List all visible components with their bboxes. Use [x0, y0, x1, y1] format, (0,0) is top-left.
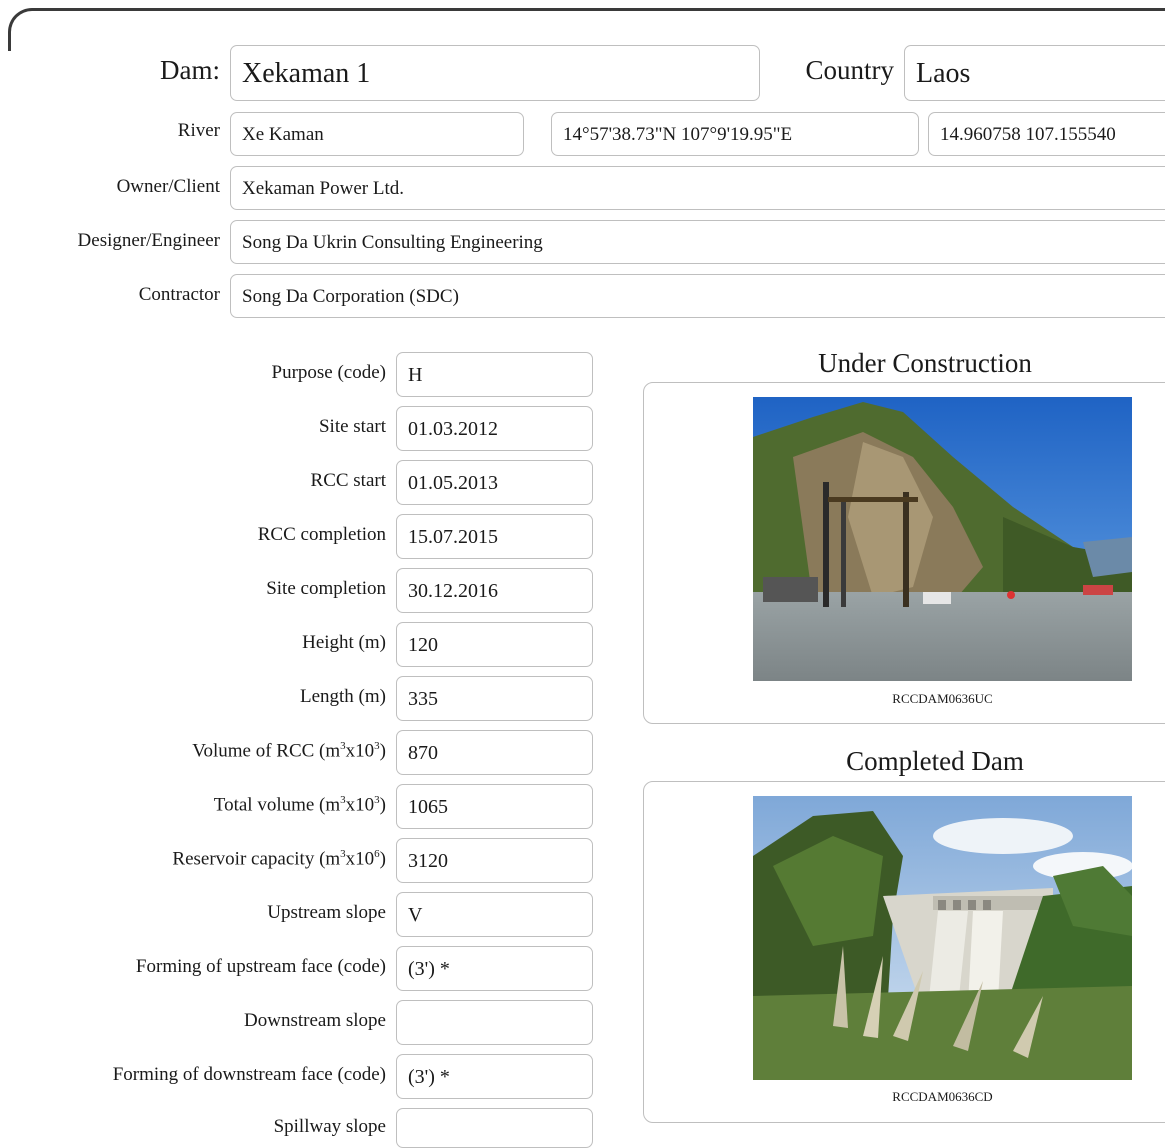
rcc-start-field[interactable]: 01.05.2013: [396, 460, 593, 505]
spillway-slope-label: Spillway slope: [273, 1116, 386, 1137]
completed-dam-caption: RCCDAM0636CD: [892, 1089, 993, 1104]
owner-field[interactable]: Xekaman Power Ltd.: [230, 166, 1165, 210]
forming-downstream-field[interactable]: (3') *: [396, 1054, 593, 1099]
completed-dam-photo: [753, 796, 1132, 1080]
volume-rcc-label: Volume of RCC (m3x103): [192, 740, 386, 762]
length-field[interactable]: 335: [396, 676, 593, 721]
total-volume-field[interactable]: 1065: [396, 784, 593, 829]
under-construction-title: Under Construction: [818, 348, 1032, 378]
country-field[interactable]: Laos: [904, 45, 1165, 101]
dam-field[interactable]: Xekaman 1: [230, 45, 760, 101]
volume-rcc-field[interactable]: 870: [396, 730, 593, 775]
forming-downstream-label: Forming of downstream face (code): [112, 1064, 386, 1085]
reservoir-capacity-field[interactable]: 3120: [396, 838, 593, 883]
owner-label: Owner/Client: [116, 176, 220, 197]
downstream-slope-label: Downstream slope: [244, 1010, 386, 1031]
site-completion-label: Site completion: [266, 578, 386, 599]
rcc-completion-field[interactable]: 15.07.2015: [396, 514, 593, 559]
purpose-label: Purpose (code): [271, 362, 387, 383]
site-start-label: Site start: [318, 416, 386, 437]
upstream-slope-field[interactable]: V: [396, 892, 593, 937]
construction-site-image: [753, 397, 1132, 681]
spillway-slope-field[interactable]: [396, 1108, 593, 1148]
designer-field[interactable]: Song Da Ukrin Consulting Engineering: [230, 220, 1165, 264]
site-completion-field[interactable]: 30.12.2016: [396, 568, 593, 613]
coords-decimal-field[interactable]: 14.960758 107.155540: [928, 112, 1165, 156]
height-label: Height (m): [302, 632, 386, 653]
downstream-slope-field[interactable]: [396, 1000, 593, 1045]
under-construction-photo: [753, 397, 1132, 681]
upstream-slope-label: Upstream slope: [267, 902, 386, 923]
forming-upstream-label: Forming of upstream face (code): [135, 956, 386, 977]
contractor-label: Contractor: [138, 284, 220, 305]
completed-dam-image: [753, 796, 1132, 1080]
site-start-field[interactable]: 01.03.2012: [396, 406, 593, 451]
river-label: River: [177, 120, 220, 141]
reservoir-capacity-label: Reservoir capacity (m3x106): [172, 848, 386, 870]
rcc-start-label: RCC start: [310, 470, 386, 491]
rcc-completion-label: RCC completion: [257, 524, 386, 545]
river-field[interactable]: Xe Kaman: [230, 112, 524, 156]
under-construction-caption: RCCDAM0636UC: [892, 691, 993, 706]
completed-dam-title: Completed Dam: [846, 746, 1024, 776]
designer-label: Designer/Engineer: [77, 230, 220, 251]
purpose-field[interactable]: H: [396, 352, 593, 397]
dam-label: Dam:: [160, 55, 220, 85]
total-volume-label: Total volume (m3x103): [213, 794, 386, 816]
forming-upstream-field[interactable]: (3') *: [396, 946, 593, 991]
country-label: Country: [805, 55, 894, 85]
contractor-field[interactable]: Song Da Corporation (SDC): [230, 274, 1165, 318]
length-label: Length (m): [299, 686, 386, 707]
coords-dms-field[interactable]: 14°57'38.73"N 107°9'19.95"E: [551, 112, 919, 156]
height-field[interactable]: 120: [396, 622, 593, 667]
